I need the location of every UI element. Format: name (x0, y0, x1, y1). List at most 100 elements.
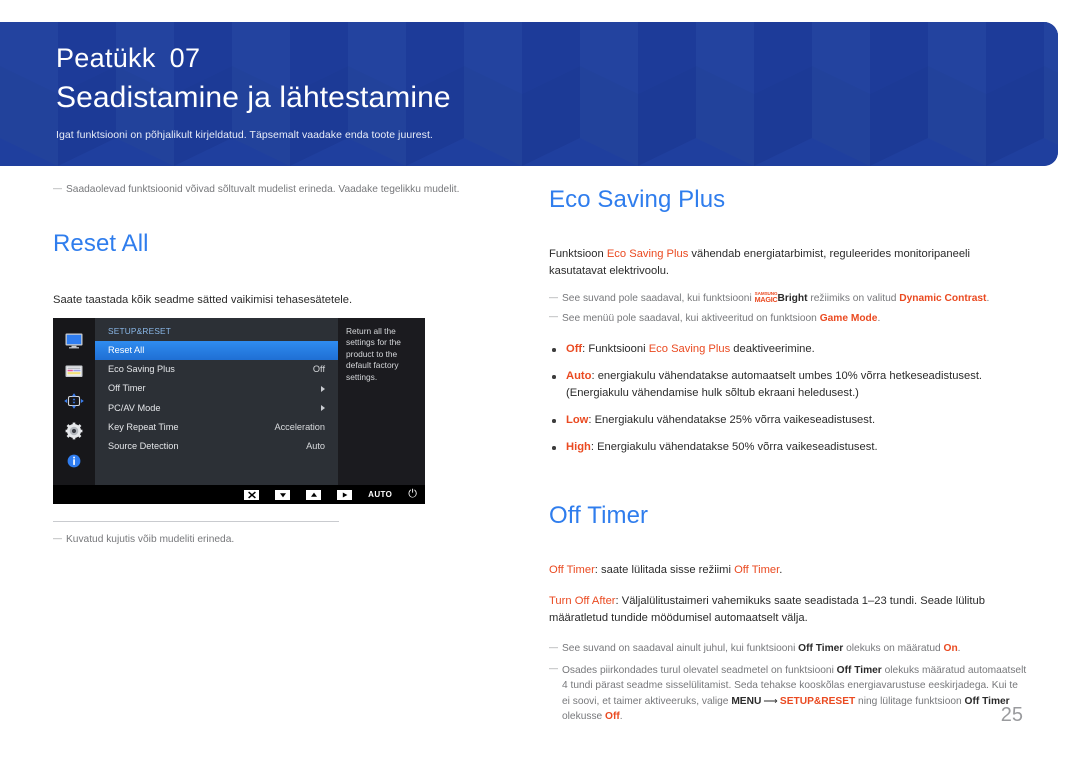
eco-option-term: Auto (566, 370, 592, 382)
eco-intro-before: Funktsioon (549, 248, 607, 260)
section-title-eco-saving-plus: Eco Saving Plus (549, 186, 726, 213)
offtimer-p1-b: . (779, 564, 783, 576)
eco-note-1: See suvand pole saadaval, kui funktsioon… (549, 290, 1027, 307)
osd-row-off-timer[interactable]: Off Timer (95, 379, 338, 398)
list-item: Auto: energiakulu vähendatakse automaats… (549, 368, 1027, 402)
chapter-banner: Peatükk 07 Seadistamine ja lähtestamine I… (0, 22, 1058, 166)
eco-option-text: : energiakulu vähendatakse automaatselt … (566, 370, 983, 399)
offtimer-note1-b: olekuks on määratud (843, 643, 944, 654)
offtimer-p1-term2: Off Timer (734, 564, 780, 576)
magicbright-logo: SAMSUNG MAGIC Bright (755, 291, 808, 307)
figure-divider (53, 521, 339, 522)
osd-menu-heading: SETUP&RESET (108, 326, 172, 336)
osd-row-label: Reset All (108, 345, 145, 355)
osd-row-label: Key Repeat Time (108, 421, 179, 432)
eco-option-term2: Eco Saving Plus (648, 343, 731, 355)
chevron-right-icon (321, 385, 325, 392)
osd-row-eco-saving-plus[interactable]: Eco Saving Plus Off (95, 360, 338, 379)
offtimer-note1-term: Off Timer (798, 643, 844, 654)
chapter-subtitle: Igat funktsiooni on põhjalikult kirjelda… (56, 129, 433, 141)
eco-note1-a: See suvand pole saadaval, kui funktsioon… (562, 293, 755, 304)
up-key-icon[interactable] (306, 489, 322, 500)
enter-key-icon[interactable] (337, 489, 353, 500)
offtimer-paragraph-1: Off Timer: saate lülitada sisse režiimi … (549, 562, 1027, 579)
eco-option-term: Low (566, 414, 589, 426)
osd-row-value: Acceleration (274, 421, 325, 432)
osd-menu-panel: SETUP&RESET Reset All Eco Saving Plus Of… (95, 318, 338, 485)
eco-note1-b: režiimiks on valitud (807, 293, 900, 304)
offtimer-note1-a: See suvand on saadaval ainult juhul, kui… (562, 643, 799, 654)
osd-row-label: Eco Saving Plus (108, 364, 175, 375)
offtimer-note2-d: olekusse (562, 711, 606, 722)
availability-note: Saadaolevad funktsioonid võivad sõltuval… (53, 181, 473, 198)
osd-help-text: Return all the settings for the product … (338, 318, 425, 485)
osd-row-source-detection[interactable]: Source Detection Auto (95, 437, 338, 456)
down-key-icon[interactable] (275, 489, 291, 500)
list-item: High: Energiakulu vähendatakse 50% võrra… (549, 439, 1027, 456)
offtimer-note2-arrow: ⟶ (763, 695, 778, 707)
eco-option-text: : Energiakulu vähendatakse 50% võrra vai… (590, 441, 878, 453)
eco-note-2: See menüü pole saadaval, kui aktiveeritu… (549, 309, 1027, 327)
gear-icon[interactable] (63, 422, 85, 440)
list-item: Off: Funktsiooni Eco Saving Plus deaktiv… (549, 341, 1027, 358)
list-item: Low: Energiakulu vähendatakse 25% võrra … (549, 412, 1027, 429)
section-title-reset-all: Reset All (53, 229, 149, 257)
offtimer-note2-term: Off Timer (836, 664, 882, 676)
auto-key-label[interactable]: AUTO (368, 490, 392, 499)
osd-body: SETUP&RESET Reset All Eco Saving Plus Of… (53, 318, 425, 485)
offtimer-note2-term4: Off (605, 711, 620, 722)
osd-row-label: Source Detection (108, 440, 179, 451)
osd-menu-rows: Reset All Eco Saving Plus Off Off Timer … (95, 341, 338, 456)
magicbright-bright: Bright (777, 293, 808, 304)
reset-all-paragraph: Saate taastada kõik seadme sätted vaikim… (53, 293, 353, 306)
chevron-right-icon (321, 405, 325, 412)
eco-option-term: High (566, 441, 591, 453)
eco-option-term: Off (566, 343, 583, 355)
page-number: 25 (1000, 704, 1023, 726)
power-icon[interactable]: ⏻ (408, 489, 417, 500)
move-arrows-icon[interactable] (63, 392, 85, 410)
left-column: Saadaolevad funktsioonid võivad sõltuval… (53, 181, 473, 309)
eco-option-text: : Funktsiooni (582, 343, 649, 355)
osd-screenshot: SETUP&RESET Reset All Eco Saving Plus Of… (53, 318, 425, 504)
osd-row-key-repeat-time[interactable]: Key Repeat Time Acceleration (95, 418, 338, 437)
magicbright-magic: MAGIC (754, 295, 778, 304)
offtimer-p1-term: Off Timer (549, 564, 595, 576)
offtimer-paragraph-2: Turn Off After: Väljalülitustaimeri vahe… (549, 593, 1027, 627)
chapter-number: 07 (169, 43, 201, 73)
close-key-icon[interactable] (244, 489, 260, 500)
osd-row-value: Off (312, 364, 325, 375)
osd-footer-keybar: AUTO ⏻ (53, 485, 425, 504)
offtimer-note1-c: . (957, 643, 961, 654)
chapter-line: Peatükk 07 (56, 41, 1058, 75)
offtimer-note-2: Osades piirkondades turul olevatel seadm… (549, 661, 1027, 725)
eco-option-text: : Energiakulu vähendatakse 25% võrra vai… (588, 414, 876, 426)
offtimer-note2-a: Osades piirkondades turul olevatel seadm… (562, 664, 837, 676)
offtimer-note1-term2: On (943, 643, 958, 654)
monitor-icon[interactable] (63, 332, 85, 350)
chapter-label: Peatükk (56, 43, 156, 73)
color-bars-icon[interactable] (63, 362, 85, 380)
offtimer-p1-a: : saate lülitada sisse režiimi (594, 564, 735, 576)
offtimer-note2-c: ning lülitage funktsioon (855, 695, 965, 707)
figure-caption: Kuvatud kujutis võib mudeliti erineda. (53, 531, 383, 548)
offtimer-note2-menu: MENU (731, 695, 762, 707)
eco-note2-b: . (877, 312, 881, 324)
figure-caption-wrap: Kuvatud kujutis võib mudeliti erineda. (53, 531, 383, 548)
manual-page: Peatükk 07 Seadistamine ja lähtestamine I… (0, 0, 1080, 763)
offtimer-p2-term: Turn Off After (549, 595, 616, 607)
chapter-title: Seadistamine ja lähtestamine (56, 81, 451, 114)
eco-note1-term: Dynamic Contrast (899, 293, 987, 304)
eco-note2-a: See menüü pole saadaval, kui aktiveeritu… (562, 312, 820, 324)
osd-row-reset-all[interactable]: Reset All (95, 341, 338, 361)
eco-intro-paragraph: Funktsioon Eco Saving Plus vähendab ener… (549, 246, 1027, 280)
eco-note1-c: . (986, 293, 990, 304)
osd-row-label: Off Timer (108, 383, 146, 394)
offtimer-note-1: See suvand on saadaval ainult juhul, kui… (549, 640, 1027, 657)
eco-options-list: Off: Funktsiooni Eco Saving Plus deaktiv… (549, 341, 1027, 456)
osd-row-label: PC/AV Mode (108, 402, 161, 413)
osd-row-pc-av-mode[interactable]: PC/AV Mode (95, 399, 338, 418)
osd-icon-sidebar (53, 318, 95, 485)
osd-row-value: Auto (306, 440, 325, 451)
info-icon[interactable] (63, 452, 85, 470)
